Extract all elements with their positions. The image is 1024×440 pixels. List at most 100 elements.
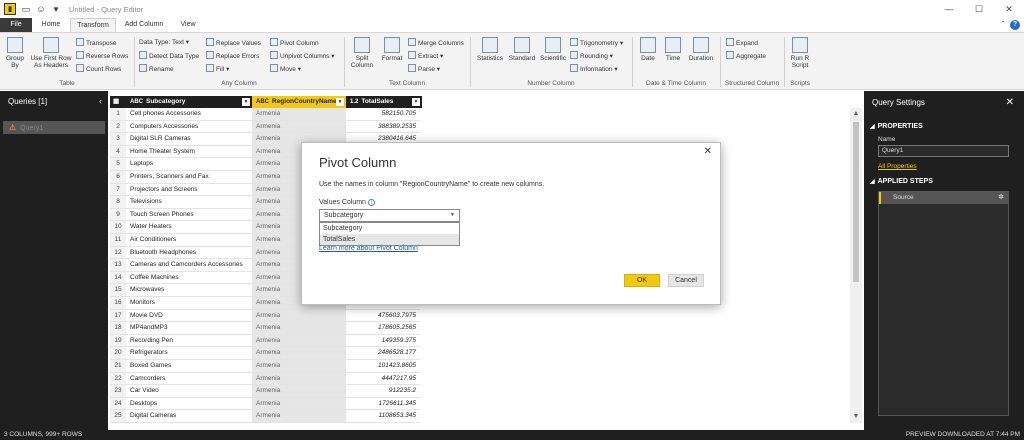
cell-subcategory[interactable]: Water Heaters — [126, 221, 252, 234]
cell-subcategory[interactable]: Refrigerators — [126, 347, 252, 360]
cell-subcategory[interactable]: Digital Cameras — [126, 410, 252, 423]
cell-totalsales[interactable]: 178605.2565 — [346, 322, 420, 335]
cell-region[interactable]: Armenia — [252, 322, 346, 335]
tab-transform[interactable]: Transform — [70, 18, 116, 32]
expand-button[interactable]: Expand — [726, 38, 758, 48]
detect-data-type-button[interactable]: Detect Data Type — [139, 51, 199, 61]
count-rows-button[interactable]: Count Rows — [76, 64, 121, 74]
column-header-totalsales[interactable]: 1.2 TotalSales ▼ — [346, 96, 422, 108]
cell-subcategory[interactable]: Desktops — [126, 398, 252, 411]
cell-totalsales[interactable]: 2486528.177 — [346, 347, 420, 360]
split-column-button[interactable]: Split Column — [347, 37, 377, 69]
values-column-select[interactable]: Subcategory ▼ — [319, 209, 460, 222]
cell-region[interactable]: Armenia — [252, 334, 346, 348]
replace-errors-button[interactable]: Replace Errors — [206, 51, 259, 61]
collapse-ribbon-icon[interactable]: ⌃ — [1000, 20, 1006, 28]
parse-button[interactable]: Parse ▾ — [408, 64, 440, 74]
row-number[interactable]: 9 — [110, 208, 126, 222]
all-properties-link[interactable]: All Properties — [864, 163, 1024, 170]
cell-subcategory[interactable]: Touch Screen Phones — [126, 209, 252, 222]
fill-button[interactable]: Fill ▾ — [206, 64, 229, 74]
properties-header[interactable]: ◢ PROPERTIES — [864, 123, 1024, 130]
cell-subcategory[interactable]: Home Theater System — [126, 146, 252, 159]
move-button[interactable]: Move ▾ — [270, 64, 301, 74]
information-button[interactable]: Information ▾ — [570, 64, 618, 74]
row-number[interactable]: 10 — [110, 221, 126, 234]
cell-subcategory[interactable]: Recording Pen — [126, 335, 252, 348]
format-button[interactable]: Format — [379, 37, 405, 62]
table-select-icon[interactable]: ▦ — [110, 96, 126, 108]
row-number[interactable]: 12 — [110, 246, 126, 260]
cell-subcategory[interactable]: Car Video — [126, 385, 252, 398]
close-settings-icon[interactable]: ✕ — [1006, 97, 1014, 108]
cell-subcategory[interactable]: MP4andMP3 — [126, 322, 252, 335]
cell-region[interactable]: Armenia — [252, 372, 346, 386]
table-row[interactable]: 23 Car Video Armenia 912235.2 — [110, 385, 422, 398]
table-row[interactable]: 25 Digital Cameras Armenia 1108653.345 — [110, 410, 422, 423]
rounding-button[interactable]: Rounding ▾ — [570, 51, 613, 61]
cell-region[interactable]: Armenia — [252, 360, 346, 373]
cell-totalsales[interactable]: 912235.2 — [346, 385, 420, 398]
minimize-button[interactable]: — — [934, 0, 964, 18]
duration-button[interactable]: Duration — [686, 37, 716, 62]
step-source[interactable]: Source ✲ — [879, 192, 1008, 204]
close-window-button[interactable]: ✕ — [994, 0, 1024, 18]
cell-subcategory[interactable]: Laptops — [126, 158, 252, 171]
cell-totalsales[interactable]: 149359.375 — [346, 335, 420, 348]
replace-values-button[interactable]: Replace Values — [206, 38, 261, 48]
row-number[interactable]: 5 — [110, 158, 126, 171]
scroll-down-icon[interactable]: ▼ — [852, 413, 860, 421]
transpose-button[interactable]: Transpose — [76, 38, 116, 48]
column-header-region[interactable]: ABC RegionCountryName ▼ — [252, 96, 346, 108]
learn-more-link[interactable]: Learn more about Pivot Column — [319, 245, 418, 252]
save-icon[interactable]: ▭ — [21, 4, 31, 14]
gear-icon[interactable]: ✲ — [998, 192, 1004, 204]
smiley-feedback-icon[interactable]: ☺ — [36, 4, 46, 14]
cell-subcategory[interactable]: Bluetooth Headphones — [126, 247, 252, 260]
row-number[interactable]: 11 — [110, 234, 126, 247]
help-icon[interactable]: ? — [1010, 20, 1020, 30]
cell-subcategory[interactable]: Televisions — [126, 196, 252, 209]
query-name-input[interactable]: Query1 — [878, 145, 1009, 157]
tab-file[interactable]: File — [0, 18, 32, 32]
row-number[interactable]: 7 — [110, 183, 126, 197]
tab-view[interactable]: View — [172, 18, 204, 32]
dialog-close-icon[interactable]: ✕ — [704, 146, 712, 157]
applied-steps-header[interactable]: ◢ APPLIED STEPS — [864, 178, 1024, 185]
standard-button[interactable]: Standard — [507, 37, 537, 62]
table-row[interactable]: 21 Boxed Games Armenia 101423.8605 — [110, 360, 422, 373]
cell-totalsales[interactable]: 1726611.345 — [346, 398, 420, 411]
aggregate-button[interactable]: Aggregate — [726, 51, 766, 61]
trigonometry-button[interactable]: Trigonometry ▾ — [570, 38, 623, 48]
option-subcategory[interactable]: Subcategory — [320, 223, 459, 234]
ok-button[interactable]: OK — [624, 274, 660, 287]
row-number[interactable]: 13 — [110, 259, 126, 272]
data-type-dropdown[interactable]: Data Type: Text ▾ — [139, 38, 189, 48]
cell-subcategory[interactable]: Cameras and Camcorders Accessories — [126, 259, 252, 272]
table-row[interactable]: 22 Camcorders Armenia 4447217.95 — [110, 372, 422, 386]
table-row[interactable]: 19 Recording Pen Armenia 149359.375 — [110, 334, 422, 348]
extract-button[interactable]: Extract ▾ — [408, 51, 443, 61]
row-number[interactable]: 15 — [110, 284, 126, 297]
row-number[interactable]: 17 — [110, 309, 126, 323]
scientific-button[interactable]: Scientific — [538, 37, 568, 62]
cell-totalsales[interactable]: 388389.2535 — [346, 121, 420, 134]
row-number[interactable]: 6 — [110, 171, 126, 184]
run-r-script-button[interactable]: Run R Script — [787, 37, 813, 69]
pivot-column-button[interactable]: Pivot Column — [270, 38, 319, 48]
row-number[interactable]: 25 — [110, 410, 126, 423]
merge-columns-button[interactable]: Merge Columns — [408, 38, 464, 48]
table-row[interactable]: 1 Cell phones Accessories Armenia 582150.70… — [110, 108, 422, 121]
row-number[interactable]: 21 — [110, 360, 126, 373]
date-button[interactable]: Date — [636, 37, 660, 62]
table-row[interactable]: 2 Computers Accessories Armenia 388389.2535 — [110, 120, 422, 134]
cell-totalsales[interactable]: 582150.705 — [346, 108, 420, 121]
cell-region[interactable]: Armenia — [252, 120, 346, 134]
cell-subcategory[interactable]: Air Conditioners — [126, 234, 252, 247]
row-number[interactable]: 14 — [110, 271, 126, 285]
row-number[interactable]: 1 — [110, 108, 126, 121]
cell-totalsales[interactable]: 4447217.95 — [346, 373, 420, 386]
row-number[interactable]: 20 — [110, 347, 126, 360]
cell-totalsales[interactable]: 101423.8605 — [346, 360, 420, 373]
group-by-button[interactable]: Group By — [3, 37, 27, 69]
